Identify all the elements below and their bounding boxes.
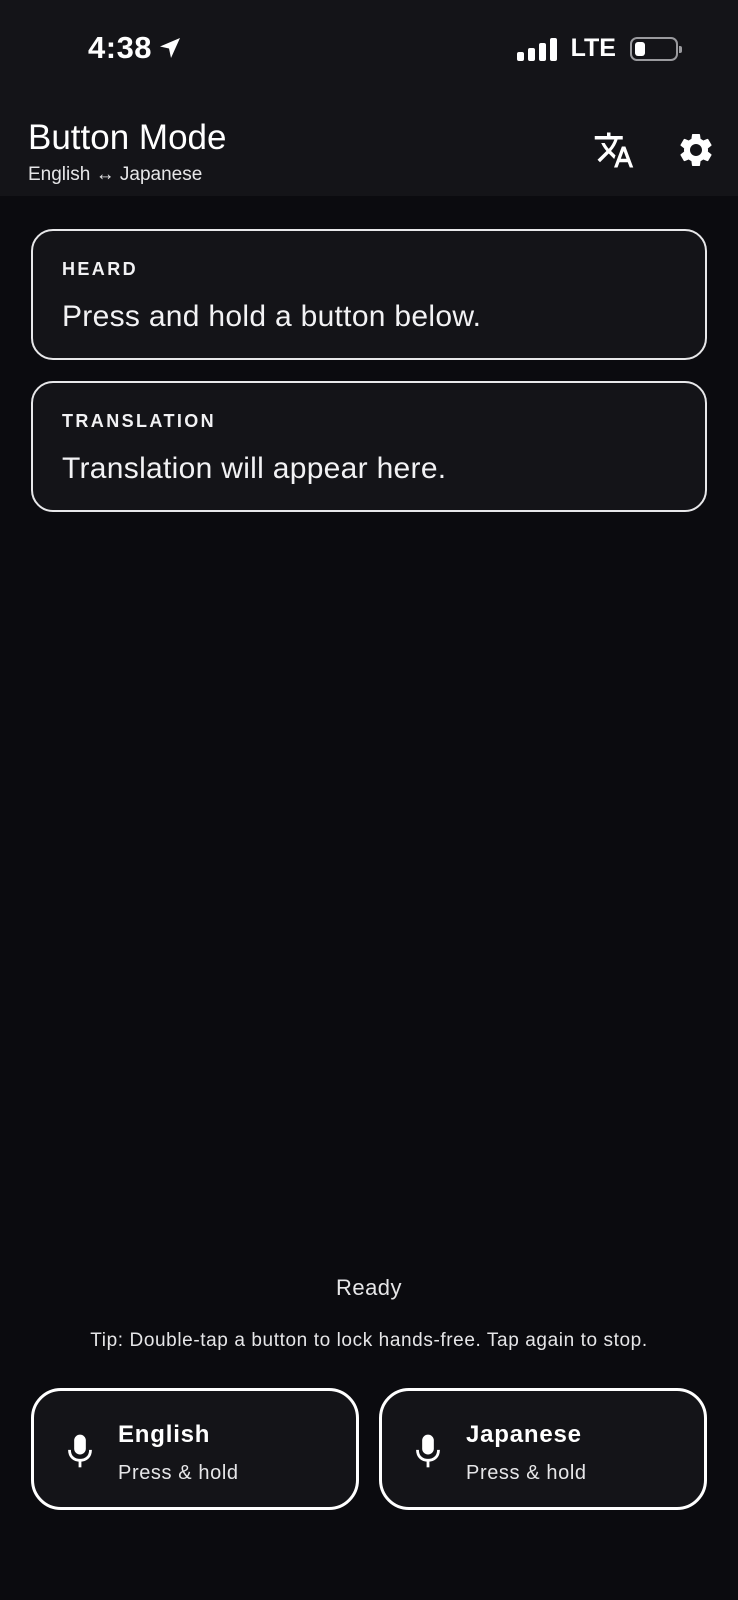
translation-label: TRANSLATION	[62, 411, 217, 431]
status-indicators: LTE	[516, 34, 682, 63]
tip-text: Tip: Double-tap a button to lock hands-f…	[90, 1330, 648, 1351]
translation-text: Translation will appear here.	[62, 452, 447, 485]
top-bar: 4:38 LTE Button Mode English ↔ Japanese	[0, 0, 738, 196]
japanese-button-hint: Press & hold	[466, 1462, 587, 1484]
english-record-button[interactable]: English Press & hold	[31, 1388, 359, 1510]
translate-icon	[594, 132, 634, 168]
status-time: 4:38	[88, 30, 182, 66]
japanese-record-button[interactable]: Japanese Press & hold	[379, 1388, 707, 1510]
status-time-text: 4:38	[88, 30, 153, 65]
page-title: Button Mode	[28, 118, 227, 157]
translate-button[interactable]	[592, 128, 636, 172]
signal-bars-icon	[516, 37, 557, 61]
microphone-icon	[68, 1434, 92, 1468]
heard-card: HEARD Press and hold a button below.	[31, 229, 707, 360]
battery-icon	[630, 36, 682, 61]
location-arrow-icon	[160, 38, 181, 58]
app-screen: 4:38 LTE Button Mode English ↔ Japanese	[0, 0, 738, 1600]
status-text: Ready	[335, 1275, 403, 1300]
microphone-icon	[416, 1434, 440, 1468]
network-type: LTE	[570, 34, 616, 62]
translation-card: TRANSLATION Translation will appear here…	[31, 381, 707, 512]
heard-label: HEARD	[62, 259, 139, 279]
english-button-hint: Press & hold	[118, 1462, 239, 1484]
heard-text: Press and hold a button below.	[62, 300, 482, 333]
japanese-button-label: Japanese	[466, 1421, 582, 1448]
gear-icon	[680, 134, 712, 166]
language-pair: English ↔ Japanese	[28, 164, 203, 185]
settings-button[interactable]	[674, 128, 718, 172]
english-button-label: English	[118, 1421, 211, 1448]
